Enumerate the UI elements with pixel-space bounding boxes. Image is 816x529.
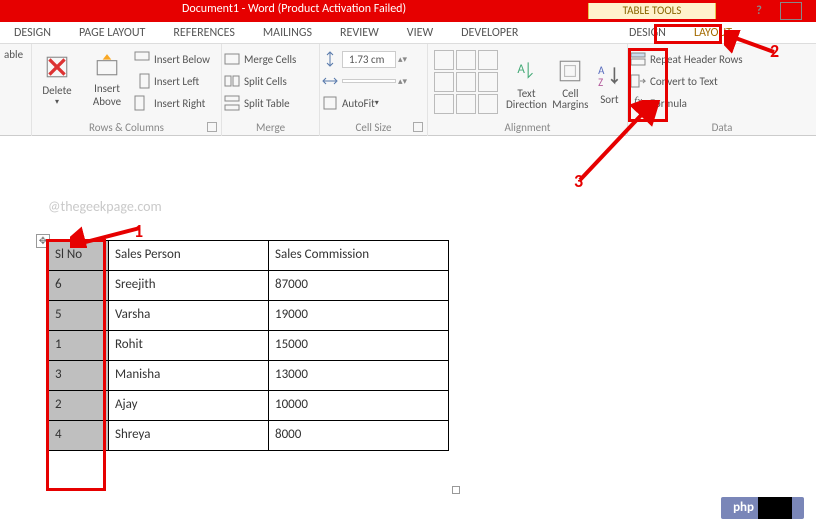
group-label-alignment: Alignment: [428, 121, 627, 134]
row-height-input[interactable]: 1.73 cm▴▾: [320, 48, 427, 70]
ribbon-display-options-icon[interactable]: [780, 2, 802, 20]
header-slno[interactable]: Sl No: [49, 241, 109, 271]
dialog-launcher-icon[interactable]: [413, 122, 423, 132]
merge-cells-button[interactable]: Merge Cells: [222, 48, 319, 70]
align-mid-left-button[interactable]: [434, 72, 454, 92]
sort-button[interactable]: AZ Sort: [592, 48, 627, 120]
title-bar: Document1 - Word (Product Activation Fai…: [0, 0, 816, 22]
split-cells-button[interactable]: Split Cells: [222, 70, 319, 92]
chevron-down-icon: ▾: [375, 98, 379, 108]
sort-icon: AZ: [596, 63, 622, 89]
group-label-data: Data: [628, 121, 816, 134]
tab-table-layout[interactable]: LAYOUT: [680, 22, 746, 44]
insert-below-icon: [134, 51, 150, 67]
group-merge: Merge Cells Split Cells Split Table Merg…: [222, 44, 320, 136]
help-icon[interactable]: ?: [750, 2, 768, 20]
group-label-rows-columns: Rows & Columns: [32, 121, 221, 134]
alignment-grid: [434, 50, 498, 118]
autofit-icon: [322, 95, 338, 111]
document-area[interactable]: @thegeekpage.com ✥ Sl No Sales Person Sa…: [0, 136, 816, 529]
insert-left-button[interactable]: Insert Left: [132, 70, 210, 92]
formula-button[interactable]: fxFormula: [628, 92, 816, 114]
badge-tail: [758, 497, 792, 519]
spinner-icon[interactable]: ▴▾: [398, 76, 407, 87]
table-row[interactable]: 1Rohit15000: [49, 331, 449, 361]
svg-text:A: A: [518, 62, 526, 77]
tab-page-layout[interactable]: PAGE LAYOUT: [65, 22, 159, 44]
delete-icon: [44, 54, 70, 80]
align-bot-center-button[interactable]: [456, 94, 476, 114]
group-label-cell-size: Cell Size: [320, 121, 427, 134]
chevron-down-icon: ▾: [55, 97, 59, 107]
header-sales-commission[interactable]: Sales Commission: [269, 241, 449, 271]
table-resize-handle-icon[interactable]: [452, 486, 460, 494]
tab-developer[interactable]: DEVELOPER: [447, 22, 532, 44]
svg-text:Z: Z: [599, 75, 604, 88]
header-sales-person[interactable]: Sales Person: [109, 241, 269, 271]
tab-mailings[interactable]: MAILINGS: [249, 22, 326, 44]
autofit-button[interactable]: AutoFit ▾: [320, 92, 427, 114]
tab-design[interactable]: DESIGN: [0, 22, 65, 44]
php-badge: php: [721, 497, 804, 519]
table-row[interactable]: 5Varsha19000: [49, 301, 449, 331]
table-row[interactable]: 6Sreejith87000: [49, 271, 449, 301]
delete-button[interactable]: Delete ▾: [32, 44, 82, 116]
tab-references[interactable]: REFERENCES: [159, 22, 249, 44]
convert-text-icon: [630, 73, 646, 89]
text-direction-button[interactable]: A Text Direction: [504, 48, 549, 120]
watermark-text: @thegeekpage.com: [48, 198, 162, 215]
split-table-icon: [224, 95, 240, 111]
table-row[interactable]: 3Manisha13000: [49, 361, 449, 391]
data-table[interactable]: Sl No Sales Person Sales Commission 6Sre…: [48, 240, 449, 451]
convert-text-button[interactable]: Convert to Text: [628, 70, 816, 92]
group-data: Repeat Header Rows Convert to Text fxFor…: [628, 44, 816, 136]
insert-right-button[interactable]: Insert Right: [132, 92, 210, 114]
group-cell-size: 1.73 cm▴▾ ▴▾ AutoFit ▾ Cell Size: [320, 44, 428, 136]
split-table-button[interactable]: Split Table: [222, 92, 319, 114]
cell-margins-icon: [557, 58, 583, 84]
group-alignment: A Text Direction Cell Margins AZ Sort Al…: [428, 44, 628, 136]
align-top-left-button[interactable]: [434, 50, 454, 70]
group-label-merge: Merge: [222, 121, 319, 134]
ribbon: able Delete ▾ Insert Above Insert Below …: [0, 44, 816, 136]
cell-margins-button[interactable]: Cell Margins: [549, 48, 592, 120]
align-top-center-button[interactable]: [456, 50, 476, 70]
window-title: Document1 - Word (Product Activation Fai…: [182, 2, 406, 16]
align-bot-right-button[interactable]: [478, 94, 498, 114]
tab-table-design[interactable]: DESIGN: [615, 22, 680, 44]
merge-cells-icon: [224, 51, 240, 67]
contextual-tab-table-tools: TABLE TOOLS: [588, 0, 716, 22]
split-cells-icon: [224, 73, 240, 89]
tab-review[interactable]: REVIEW: [326, 22, 393, 44]
formula-icon: fx: [630, 95, 646, 111]
spinner-icon[interactable]: ▴▾: [398, 54, 407, 65]
group-table: able: [0, 44, 32, 136]
repeat-header-button[interactable]: Repeat Header Rows: [628, 48, 816, 70]
insert-above-button[interactable]: Insert Above: [82, 44, 132, 116]
table-row[interactable]: 4Shreya8000: [49, 421, 449, 451]
group-table-fragment: able: [0, 44, 31, 65]
align-top-right-button[interactable]: [478, 50, 498, 70]
group-rows-columns: Delete ▾ Insert Above Insert Below Inser…: [32, 44, 222, 136]
table-header-row[interactable]: Sl No Sales Person Sales Commission: [49, 241, 449, 271]
insert-left-icon: [134, 73, 150, 89]
text-direction-icon: A: [513, 58, 539, 84]
insert-right-icon: [134, 95, 150, 111]
align-mid-right-button[interactable]: [478, 72, 498, 92]
insert-above-icon: [94, 52, 120, 78]
align-bot-left-button[interactable]: [434, 94, 454, 114]
column-width-input[interactable]: ▴▾: [320, 70, 427, 92]
ribbon-tabs: DESIGN PAGE LAYOUT REFERENCES MAILINGS R…: [0, 22, 816, 44]
align-mid-center-button[interactable]: [456, 72, 476, 92]
height-icon: [322, 51, 338, 67]
repeat-header-icon: [630, 51, 646, 67]
tab-view[interactable]: VIEW: [393, 22, 447, 44]
insert-below-button[interactable]: Insert Below: [132, 48, 210, 70]
width-icon: [322, 73, 338, 89]
dialog-launcher-icon[interactable]: [207, 122, 217, 132]
table-row[interactable]: 2Ajay10000: [49, 391, 449, 421]
